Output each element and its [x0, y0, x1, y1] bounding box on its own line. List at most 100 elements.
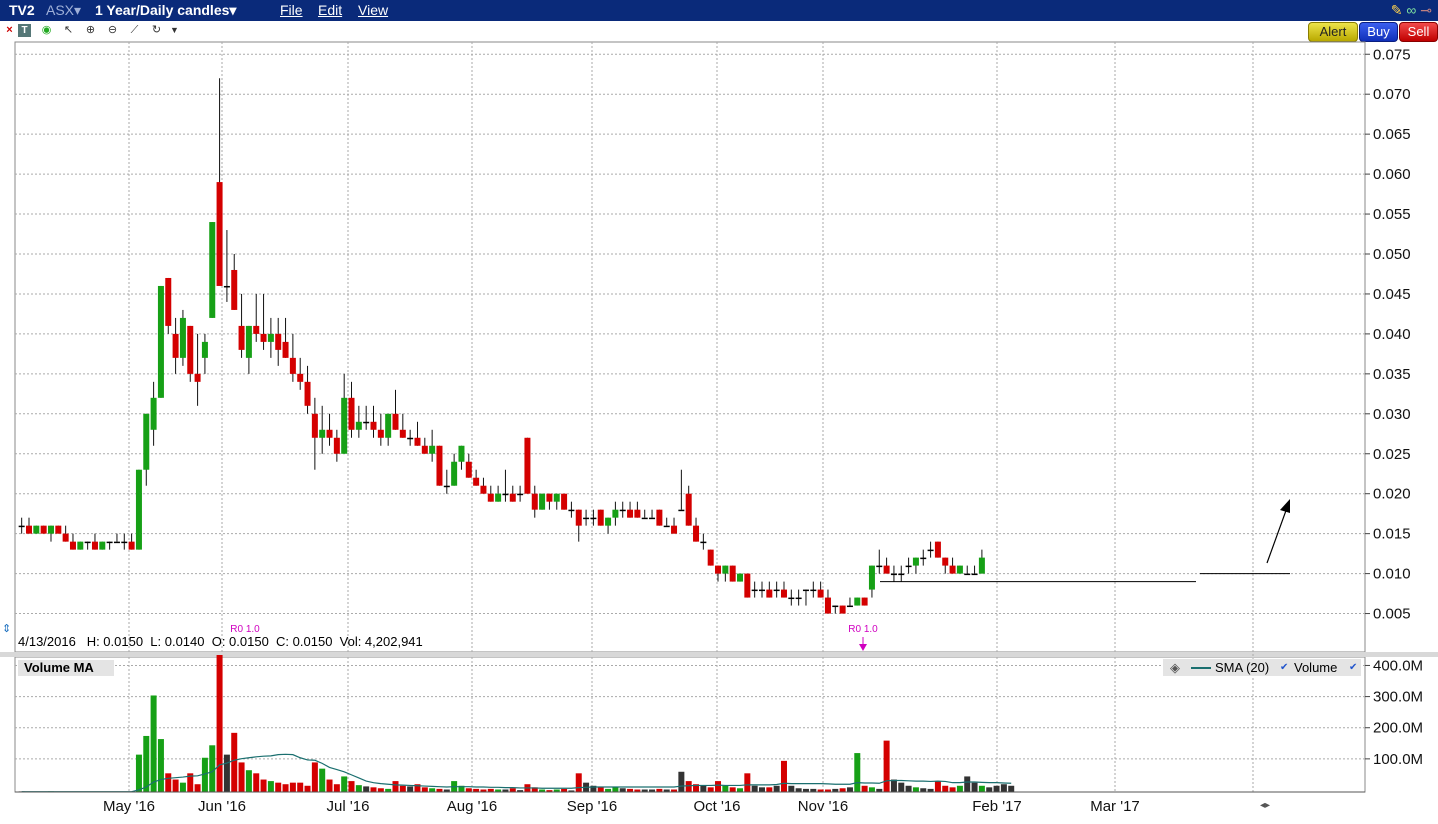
time-tick-label: Aug '16 — [447, 798, 497, 815]
candle-body — [333, 437, 340, 454]
candle-body — [106, 541, 113, 544]
volume-bar — [766, 787, 773, 792]
candle-body — [590, 517, 597, 520]
candle-body — [216, 182, 223, 286]
candle-body — [678, 509, 685, 512]
time-tick-label: Nov '16 — [798, 798, 848, 815]
candle-body — [920, 557, 927, 560]
candle-body — [619, 509, 626, 512]
volume-bar — [209, 745, 216, 792]
candle-body — [414, 437, 421, 446]
candle-body — [605, 517, 612, 526]
candle-body — [47, 525, 54, 534]
scroll-handle-icon: ⇕ — [2, 623, 11, 635]
candle-body — [143, 413, 150, 470]
candle-body — [744, 573, 751, 598]
volume-bar — [143, 735, 150, 792]
volume-bar — [135, 754, 142, 792]
candle-body — [121, 541, 128, 544]
candle-body — [876, 565, 883, 568]
volume-bar — [253, 773, 260, 792]
candle-body — [25, 525, 32, 534]
candle-body — [187, 325, 194, 374]
candle-body — [267, 333, 274, 342]
candle-body — [326, 429, 333, 438]
legend-sma-label[interactable]: SMA (20) — [1215, 659, 1269, 676]
volume-bar — [363, 786, 370, 792]
volume-bar — [597, 787, 604, 792]
candle-body — [99, 541, 106, 550]
volume-bar — [715, 781, 722, 792]
candle-body — [868, 565, 875, 590]
volume-bar — [964, 776, 971, 792]
candle-body — [363, 421, 370, 424]
volume-check-icon[interactable]: ✔ — [1349, 659, 1357, 676]
candle-body — [707, 549, 714, 566]
volume-bar — [619, 788, 626, 792]
candle-body — [766, 589, 773, 598]
volume-bar — [971, 782, 978, 792]
volume-bar — [407, 786, 414, 792]
volume-tick-label: 300.0M — [1373, 689, 1423, 706]
volume-bar — [751, 785, 758, 792]
price-tick-label: 0.075 — [1373, 46, 1411, 63]
candle-body — [84, 541, 91, 544]
candle-body — [289, 357, 296, 374]
info-values: H: 0.0150 L: 0.0140 O: 0.0150 C: 0.0150 … — [86, 634, 423, 649]
volume-bar — [678, 771, 685, 792]
volume-bar — [238, 762, 245, 792]
candle-body — [890, 573, 897, 576]
candle-body — [649, 517, 656, 520]
volume-bar — [282, 784, 289, 792]
candle-body — [546, 493, 553, 502]
time-tick-label: Jun '16 — [198, 798, 246, 815]
volume-bar — [846, 787, 853, 792]
candle-body — [443, 485, 450, 488]
candle-body — [157, 285, 164, 398]
price-tick-label: 0.050 — [1373, 246, 1411, 263]
volume-bar — [370, 787, 377, 792]
candle-body — [810, 589, 817, 592]
volume-bar — [942, 785, 949, 792]
candle-body — [597, 509, 604, 526]
volume-bar — [289, 782, 296, 792]
price-tick-label: 0.030 — [1373, 406, 1411, 423]
volume-bar — [1008, 785, 1015, 792]
candle-body — [824, 597, 831, 614]
candle-body — [399, 429, 406, 438]
volume-bar — [319, 768, 326, 792]
candle-body — [91, 541, 98, 550]
volume-bar — [194, 784, 201, 792]
candle-body — [282, 341, 289, 358]
volume-bar — [275, 782, 282, 792]
candle-body — [722, 565, 729, 574]
volume-bar — [216, 655, 223, 792]
price-panel-frame — [14, 41, 1366, 653]
volume-bar — [861, 785, 868, 792]
price-tick-label: 0.015 — [1373, 526, 1411, 543]
volume-bar — [685, 781, 692, 792]
volume-bar — [912, 787, 919, 792]
candle-body — [231, 269, 238, 310]
time-tick-label: Feb '17 — [972, 798, 1022, 815]
legend-volume-label[interactable]: Volume — [1294, 659, 1337, 676]
candle-body — [465, 461, 472, 478]
volume-bar — [509, 788, 516, 792]
sma-check-icon[interactable]: ✔ — [1280, 659, 1288, 676]
candle-body — [209, 222, 216, 318]
volume-bar — [978, 785, 985, 792]
volume-bar — [737, 788, 744, 792]
volume-bar — [839, 788, 846, 792]
legend-settings-icon[interactable]: ◈ — [1170, 659, 1180, 676]
time-tick-label: May '16 — [103, 798, 155, 815]
event-marker-label: R0 1.0 — [848, 624, 878, 635]
candle-body — [788, 597, 795, 600]
time-tick-label: Jul '16 — [327, 798, 370, 815]
candle-body — [297, 373, 304, 382]
candle-body — [905, 565, 912, 568]
candle-body — [370, 421, 377, 430]
candle-body — [780, 589, 787, 598]
volume-bar — [920, 788, 927, 792]
candle-body — [663, 525, 670, 528]
chart-surface[interactable]: 0.005 0.010 0.015 0.020 0.025 0.030 0.035 0.040… — [0, 0, 1438, 824]
